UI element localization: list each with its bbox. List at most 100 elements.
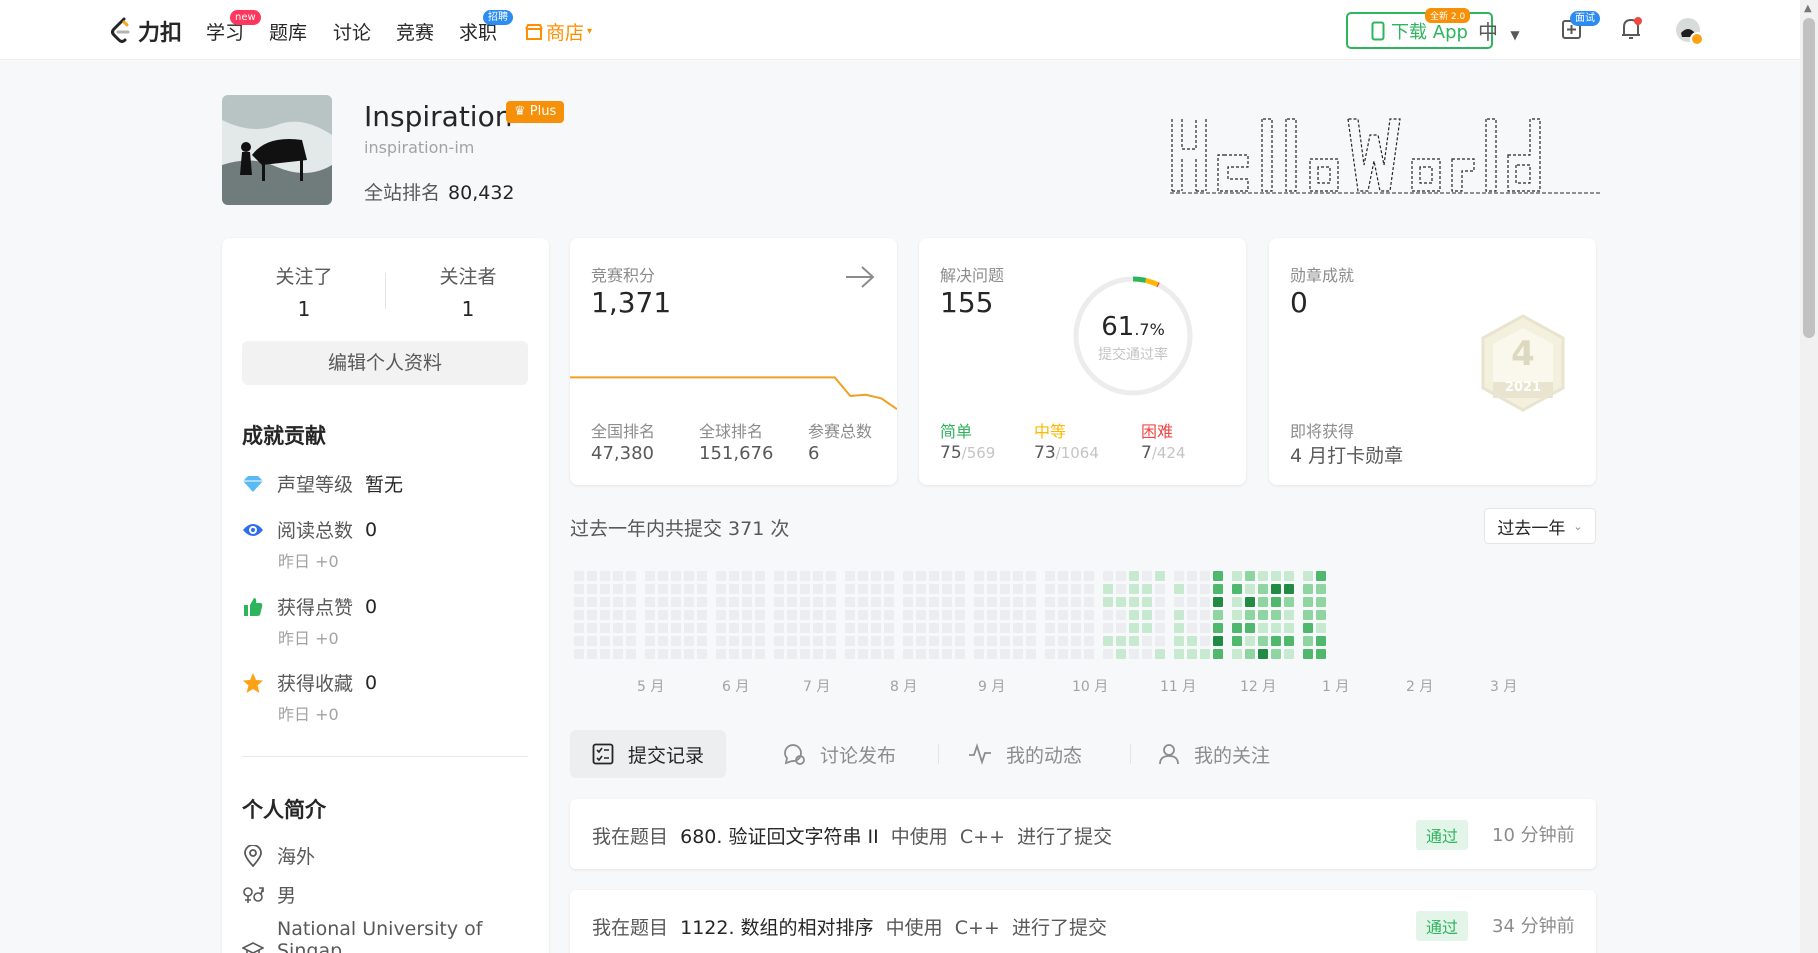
- heatmap-cell[interactable]: [942, 623, 952, 633]
- heatmap-cell[interactable]: [1232, 649, 1242, 659]
- heatmap-cell[interactable]: [1271, 610, 1281, 620]
- heatmap-cell[interactable]: [1084, 649, 1094, 659]
- heatmap-cell[interactable]: [1174, 610, 1184, 620]
- heatmap-cell[interactable]: [1103, 584, 1113, 594]
- heatmap-cell[interactable]: [800, 571, 810, 581]
- heatmap-cell[interactable]: [1045, 649, 1055, 659]
- heatmap-cell[interactable]: [929, 571, 939, 581]
- heatmap-cell[interactable]: [645, 623, 655, 633]
- scroll-up-icon[interactable]: ▲: [1804, 3, 1812, 14]
- heatmap-cell[interactable]: [845, 571, 855, 581]
- heatmap-cell[interactable]: [987, 636, 997, 646]
- heatmap-cell[interactable]: [1155, 571, 1165, 581]
- heatmap-cell[interactable]: [942, 584, 952, 594]
- notification-button[interactable]: [1619, 16, 1643, 47]
- heatmap-cell[interactable]: [1271, 623, 1281, 633]
- heatmap-cell[interactable]: [787, 649, 797, 659]
- heatmap-cell[interactable]: [1174, 636, 1184, 646]
- heatmap-cell[interactable]: [574, 636, 584, 646]
- heatmap-cell[interactable]: [1142, 571, 1152, 581]
- heatmap-cell[interactable]: [671, 597, 681, 607]
- heatmap-cell[interactable]: [574, 597, 584, 607]
- heatmap-cell[interactable]: [774, 597, 784, 607]
- heatmap-cell[interactable]: [574, 623, 584, 633]
- heatmap-cell[interactable]: [1103, 571, 1113, 581]
- heatmap-cell[interactable]: [1284, 623, 1294, 633]
- heatmap-cell[interactable]: [871, 610, 881, 620]
- heatmap-cell[interactable]: [1316, 571, 1326, 581]
- heatmap-cell[interactable]: [1303, 636, 1313, 646]
- heatmap-cell[interactable]: [1084, 636, 1094, 646]
- heatmap-cell[interactable]: [1155, 597, 1165, 607]
- heatmap-cell[interactable]: [1084, 584, 1094, 594]
- heatmap-cell[interactable]: [671, 571, 681, 581]
- heatmap-cell[interactable]: [955, 597, 965, 607]
- heatmap-cell[interactable]: [587, 636, 597, 646]
- heatmap-cell[interactable]: [1129, 571, 1139, 581]
- heatmap-cell[interactable]: [858, 623, 868, 633]
- heatmap-cell[interactable]: [587, 623, 597, 633]
- heatmap-cell[interactable]: [1026, 584, 1036, 594]
- heatmap-cell[interactable]: [1187, 571, 1197, 581]
- heatmap-cell[interactable]: [1000, 636, 1010, 646]
- heatmap-cell[interactable]: [903, 584, 913, 594]
- heatmap-cell[interactable]: [1303, 649, 1313, 659]
- heatmap-cell[interactable]: [1084, 610, 1094, 620]
- heatmap-cell[interactable]: [1284, 597, 1294, 607]
- heatmap-cell[interactable]: [858, 649, 868, 659]
- heatmap-cell[interactable]: [1316, 610, 1326, 620]
- heatmap-cell[interactable]: [1245, 597, 1255, 607]
- heatmap-cell[interactable]: [774, 610, 784, 620]
- heatmap-cell[interactable]: [729, 610, 739, 620]
- heatmap-cell[interactable]: [903, 571, 913, 581]
- heatmap-cell[interactable]: [787, 584, 797, 594]
- heatmap-cell[interactable]: [774, 584, 784, 594]
- heatmap-cell[interactable]: [1187, 623, 1197, 633]
- nav-contest[interactable]: 竞赛: [396, 18, 434, 45]
- heatmap-cell[interactable]: [645, 597, 655, 607]
- heatmap-cell[interactable]: [1303, 597, 1313, 607]
- heatmap-cell[interactable]: [1045, 623, 1055, 633]
- heatmap-cell[interactable]: [858, 571, 868, 581]
- heatmap-cell[interactable]: [684, 623, 694, 633]
- heatmap-cell[interactable]: [845, 597, 855, 607]
- heatmap-cell[interactable]: [942, 571, 952, 581]
- heatmap-cell[interactable]: [1058, 610, 1068, 620]
- heatmap-cell[interactable]: [600, 636, 610, 646]
- heatmap-cell[interactable]: [774, 571, 784, 581]
- heatmap-cell[interactable]: [1303, 610, 1313, 620]
- heatmap-cell[interactable]: [1155, 584, 1165, 594]
- heatmap-cell[interactable]: [1058, 623, 1068, 633]
- heatmap-cell[interactable]: [1026, 649, 1036, 659]
- heatmap-cell[interactable]: [1187, 610, 1197, 620]
- heatmap-cell[interactable]: [1103, 597, 1113, 607]
- heatmap-cell[interactable]: [955, 571, 965, 581]
- heatmap-cell[interactable]: [1071, 610, 1081, 620]
- heatmap-cell[interactable]: [626, 571, 636, 581]
- heatmap-cell[interactable]: [845, 584, 855, 594]
- heatmap-cell[interactable]: [1155, 649, 1165, 659]
- heatmap-cell[interactable]: [1142, 623, 1152, 633]
- heatmap-cell[interactable]: [1271, 584, 1281, 594]
- heatmap-cell[interactable]: [1213, 623, 1223, 633]
- heatmap-cell[interactable]: [916, 623, 926, 633]
- followers-stat[interactable]: 关注者 1: [386, 262, 550, 321]
- heatmap-cell[interactable]: [613, 649, 623, 659]
- heatmap-cell[interactable]: [929, 649, 939, 659]
- heatmap-cell[interactable]: [1213, 571, 1223, 581]
- heatmap-cell[interactable]: [871, 649, 881, 659]
- profile-avatar[interactable]: [222, 95, 332, 205]
- heatmap-cell[interactable]: [1116, 571, 1126, 581]
- heatmap-cell[interactable]: [800, 610, 810, 620]
- heatmap-cell[interactable]: [1058, 636, 1068, 646]
- heatmap-cell[interactable]: [645, 584, 655, 594]
- heatmap-cell[interactable]: [974, 610, 984, 620]
- heatmap-cell[interactable]: [916, 597, 926, 607]
- heatmap-cell[interactable]: [1200, 571, 1210, 581]
- heatmap-cell[interactable]: [600, 610, 610, 620]
- heatmap-cell[interactable]: [1045, 584, 1055, 594]
- heatmap-cell[interactable]: [1071, 649, 1081, 659]
- heatmap-cell[interactable]: [1316, 597, 1326, 607]
- heatmap-cell[interactable]: [929, 636, 939, 646]
- heatmap-cell[interactable]: [1084, 571, 1094, 581]
